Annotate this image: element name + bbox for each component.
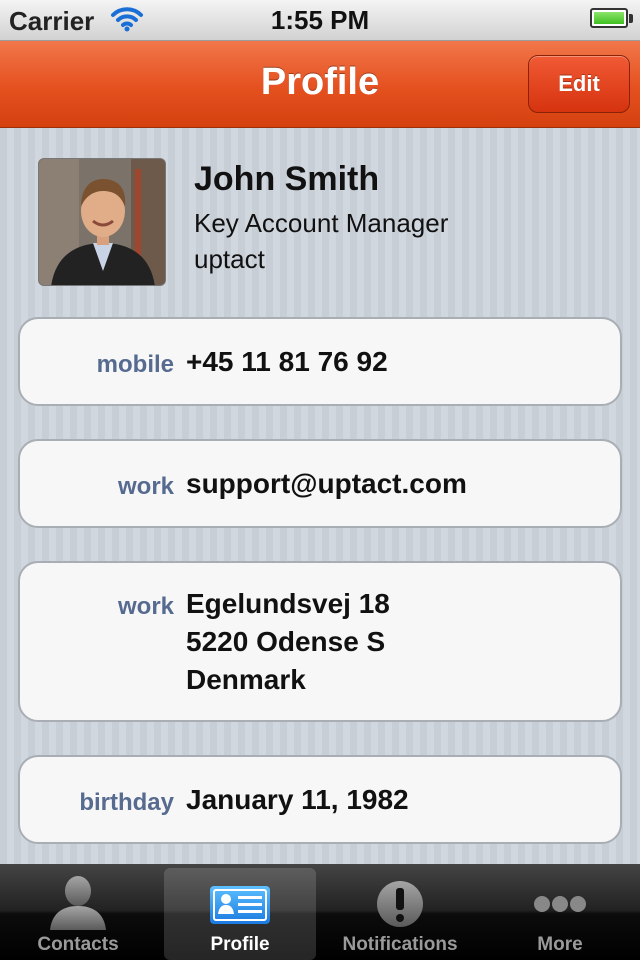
contact-company: uptact bbox=[194, 244, 265, 274]
profile-content[interactable]: John Smith Key Account Manager uptact mo… bbox=[0, 128, 640, 864]
tab-label-notifications: Notifications bbox=[342, 934, 458, 955]
birthday-card[interactable]: birthday January 11, 1982 bbox=[18, 755, 622, 844]
battery-icon bbox=[590, 8, 628, 28]
address-line-1: Egelundsvej 18 bbox=[186, 588, 390, 619]
profile-card-icon bbox=[164, 874, 316, 930]
notifications-icon bbox=[324, 874, 476, 930]
address-line-2: 5220 Odense S bbox=[186, 626, 386, 657]
tab-label-more: More bbox=[537, 934, 583, 955]
tab-notifications[interactable]: Notifications bbox=[324, 868, 476, 960]
field-label-birthday: birthday bbox=[79, 789, 174, 816]
mobile-phone-card[interactable]: mobile +45 11 81 76 92 bbox=[18, 317, 622, 406]
tab-more[interactable]: More bbox=[484, 868, 636, 960]
field-value-birthday: January 11, 1982 bbox=[186, 784, 409, 815]
battery-fill bbox=[594, 12, 624, 24]
battery-tip bbox=[629, 14, 633, 23]
tab-label-contacts: Contacts bbox=[37, 934, 119, 955]
avatar bbox=[38, 158, 166, 286]
field-value-mobile: +45 11 81 76 92 bbox=[186, 346, 388, 377]
tab-bar: Contacts Profile Notifications More bbox=[0, 864, 640, 960]
contacts-icon bbox=[2, 874, 154, 930]
status-time: 1:55 PM bbox=[270, 5, 370, 35]
field-label-mobile: mobile bbox=[96, 351, 174, 378]
edit-button[interactable]: Edit bbox=[528, 55, 630, 113]
field-value-work-email: support@uptact.com bbox=[186, 468, 467, 499]
work-address-card[interactable]: work Egelundsvej 18 5220 Odense S Denmar… bbox=[18, 561, 622, 722]
field-label-work-address: work bbox=[117, 593, 174, 620]
contact-job-title: Key Account Manager bbox=[194, 208, 449, 238]
status-bar: Carrier 1:55 PM bbox=[0, 0, 640, 41]
tab-contacts[interactable]: Contacts bbox=[2, 868, 154, 960]
field-label-work-email: work bbox=[117, 473, 174, 500]
address-line-3: Denmark bbox=[186, 664, 306, 695]
navigation-bar: Profile Edit bbox=[0, 41, 640, 128]
contact-name: John Smith bbox=[194, 160, 380, 198]
tab-profile[interactable]: Profile bbox=[164, 868, 316, 960]
work-email-card[interactable]: work support@uptact.com bbox=[18, 439, 622, 528]
tab-label-profile: Profile bbox=[210, 934, 270, 955]
more-icon bbox=[484, 874, 636, 930]
